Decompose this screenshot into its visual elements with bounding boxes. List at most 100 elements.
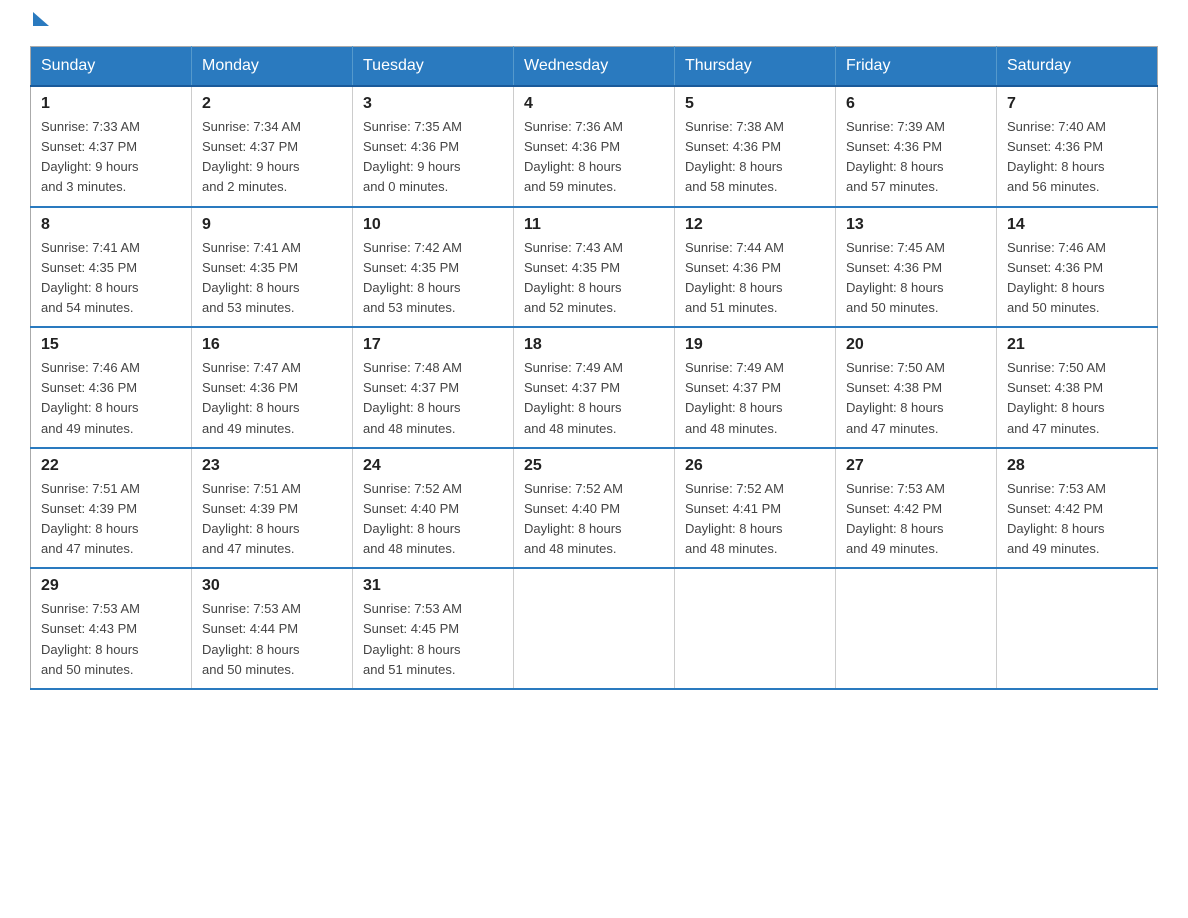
day-number: 22 bbox=[41, 457, 181, 475]
calendar-cell: 26Sunrise: 7:52 AMSunset: 4:41 PMDayligh… bbox=[675, 448, 836, 569]
day-info: Sunrise: 7:52 AMSunset: 4:40 PMDaylight:… bbox=[363, 479, 503, 560]
calendar-cell: 23Sunrise: 7:51 AMSunset: 4:39 PMDayligh… bbox=[192, 448, 353, 569]
calendar-week-row: 1 Sunrise: 7:33 AMSunset: 4:37 PMDaylight… bbox=[31, 86, 1158, 207]
day-number: 29 bbox=[41, 577, 181, 595]
day-info: Sunrise: 7:33 AMSunset: 4:37 PMDaylight:… bbox=[41, 117, 181, 198]
day-number: 12 bbox=[685, 216, 825, 234]
day-info: Sunrise: 7:53 AMSunset: 4:44 PMDaylight:… bbox=[202, 599, 342, 680]
day-info: Sunrise: 7:48 AMSunset: 4:37 PMDaylight:… bbox=[363, 358, 503, 439]
day-info: Sunrise: 7:36 AMSunset: 4:36 PMDaylight:… bbox=[524, 117, 664, 198]
day-info: Sunrise: 7:38 AMSunset: 4:36 PMDaylight:… bbox=[685, 117, 825, 198]
day-number: 8 bbox=[41, 216, 181, 234]
calendar-cell: 19 Sunrise: 7:49 AMSunset: 4:37 PMDayligh… bbox=[675, 327, 836, 448]
calendar-cell: 16 Sunrise: 7:47 AMSunset: 4:36 PMDayligh… bbox=[192, 327, 353, 448]
weekday-header-wednesday: Wednesday bbox=[514, 47, 675, 87]
day-number: 27 bbox=[846, 457, 986, 475]
day-number: 17 bbox=[363, 336, 503, 354]
day-number: 14 bbox=[1007, 216, 1147, 234]
day-info: Sunrise: 7:53 AMSunset: 4:45 PMDaylight:… bbox=[363, 599, 503, 680]
calendar-cell: 8 Sunrise: 7:41 AMSunset: 4:35 PMDaylight… bbox=[31, 207, 192, 328]
page-header bbox=[30, 20, 1158, 26]
weekday-header-sunday: Sunday bbox=[31, 47, 192, 87]
day-number: 26 bbox=[685, 457, 825, 475]
weekday-header-friday: Friday bbox=[836, 47, 997, 87]
day-number: 13 bbox=[846, 216, 986, 234]
calendar-cell: 29 Sunrise: 7:53 AMSunset: 4:43 PMDayligh… bbox=[31, 568, 192, 689]
day-info: Sunrise: 7:52 AMSunset: 4:40 PMDaylight:… bbox=[524, 479, 664, 560]
day-info: Sunrise: 7:34 AMSunset: 4:37 PMDaylight:… bbox=[202, 117, 342, 198]
day-info: Sunrise: 7:49 AMSunset: 4:37 PMDaylight:… bbox=[524, 358, 664, 439]
day-info: Sunrise: 7:50 AMSunset: 4:38 PMDaylight:… bbox=[846, 358, 986, 439]
day-number: 5 bbox=[685, 95, 825, 113]
day-info: Sunrise: 7:50 AMSunset: 4:38 PMDaylight:… bbox=[1007, 358, 1147, 439]
day-info: Sunrise: 7:46 AMSunset: 4:36 PMDaylight:… bbox=[1007, 238, 1147, 319]
day-number: 6 bbox=[846, 95, 986, 113]
day-info: Sunrise: 7:53 AMSunset: 4:42 PMDaylight:… bbox=[846, 479, 986, 560]
weekday-header-tuesday: Tuesday bbox=[353, 47, 514, 87]
day-number: 18 bbox=[524, 336, 664, 354]
day-number: 21 bbox=[1007, 336, 1147, 354]
calendar-cell: 22Sunrise: 7:51 AMSunset: 4:39 PMDayligh… bbox=[31, 448, 192, 569]
day-number: 16 bbox=[202, 336, 342, 354]
calendar-cell bbox=[836, 568, 997, 689]
day-info: Sunrise: 7:42 AMSunset: 4:35 PMDaylight:… bbox=[363, 238, 503, 319]
day-number: 15 bbox=[41, 336, 181, 354]
logo bbox=[30, 20, 49, 26]
calendar-cell: 2 Sunrise: 7:34 AMSunset: 4:37 PMDaylight… bbox=[192, 86, 353, 207]
day-number: 2 bbox=[202, 95, 342, 113]
day-number: 7 bbox=[1007, 95, 1147, 113]
weekday-header-monday: Monday bbox=[192, 47, 353, 87]
calendar-week-row: 29 Sunrise: 7:53 AMSunset: 4:43 PMDayligh… bbox=[31, 568, 1158, 689]
calendar-cell: 25 Sunrise: 7:52 AMSunset: 4:40 PMDayligh… bbox=[514, 448, 675, 569]
calendar-table: SundayMondayTuesdayWednesdayThursdayFrid… bbox=[30, 46, 1158, 690]
calendar-cell: 6 Sunrise: 7:39 AMSunset: 4:36 PMDaylight… bbox=[836, 86, 997, 207]
day-info: Sunrise: 7:49 AMSunset: 4:37 PMDaylight:… bbox=[685, 358, 825, 439]
day-number: 4 bbox=[524, 95, 664, 113]
calendar-cell: 10Sunrise: 7:42 AMSunset: 4:35 PMDayligh… bbox=[353, 207, 514, 328]
day-number: 28 bbox=[1007, 457, 1147, 475]
weekday-header-saturday: Saturday bbox=[997, 47, 1158, 87]
calendar-cell: 5 Sunrise: 7:38 AMSunset: 4:36 PMDaylight… bbox=[675, 86, 836, 207]
calendar-cell bbox=[997, 568, 1158, 689]
calendar-week-row: 15 Sunrise: 7:46 AMSunset: 4:36 PMDayligh… bbox=[31, 327, 1158, 448]
calendar-cell: 11Sunrise: 7:43 AMSunset: 4:35 PMDayligh… bbox=[514, 207, 675, 328]
day-number: 20 bbox=[846, 336, 986, 354]
calendar-cell: 18 Sunrise: 7:49 AMSunset: 4:37 PMDayligh… bbox=[514, 327, 675, 448]
day-info: Sunrise: 7:53 AMSunset: 4:43 PMDaylight:… bbox=[41, 599, 181, 680]
day-info: Sunrise: 7:35 AMSunset: 4:36 PMDaylight:… bbox=[363, 117, 503, 198]
day-number: 30 bbox=[202, 577, 342, 595]
day-number: 24 bbox=[363, 457, 503, 475]
day-info: Sunrise: 7:44 AMSunset: 4:36 PMDaylight:… bbox=[685, 238, 825, 319]
calendar-cell: 31 Sunrise: 7:53 AMSunset: 4:45 PMDayligh… bbox=[353, 568, 514, 689]
day-info: Sunrise: 7:47 AMSunset: 4:36 PMDaylight:… bbox=[202, 358, 342, 439]
day-number: 11 bbox=[524, 216, 664, 234]
day-info: Sunrise: 7:45 AMSunset: 4:36 PMDaylight:… bbox=[846, 238, 986, 319]
day-number: 19 bbox=[685, 336, 825, 354]
calendar-cell: 20 Sunrise: 7:50 AMSunset: 4:38 PMDayligh… bbox=[836, 327, 997, 448]
calendar-cell: 28 Sunrise: 7:53 AMSunset: 4:42 PMDayligh… bbox=[997, 448, 1158, 569]
day-info: Sunrise: 7:53 AMSunset: 4:42 PMDaylight:… bbox=[1007, 479, 1147, 560]
day-info: Sunrise: 7:41 AMSunset: 4:35 PMDaylight:… bbox=[41, 238, 181, 319]
day-number: 1 bbox=[41, 95, 181, 113]
day-number: 9 bbox=[202, 216, 342, 234]
calendar-cell: 3 Sunrise: 7:35 AMSunset: 4:36 PMDaylight… bbox=[353, 86, 514, 207]
calendar-cell: 24 Sunrise: 7:52 AMSunset: 4:40 PMDayligh… bbox=[353, 448, 514, 569]
logo-triangle-icon bbox=[33, 12, 49, 26]
day-number: 3 bbox=[363, 95, 503, 113]
day-info: Sunrise: 7:46 AMSunset: 4:36 PMDaylight:… bbox=[41, 358, 181, 439]
day-info: Sunrise: 7:41 AMSunset: 4:35 PMDaylight:… bbox=[202, 238, 342, 319]
day-number: 25 bbox=[524, 457, 664, 475]
calendar-cell: 1 Sunrise: 7:33 AMSunset: 4:37 PMDaylight… bbox=[31, 86, 192, 207]
calendar-cell: 21 Sunrise: 7:50 AMSunset: 4:38 PMDayligh… bbox=[997, 327, 1158, 448]
calendar-week-row: 8 Sunrise: 7:41 AMSunset: 4:35 PMDaylight… bbox=[31, 207, 1158, 328]
calendar-header-row: SundayMondayTuesdayWednesdayThursdayFrid… bbox=[31, 47, 1158, 87]
weekday-header-thursday: Thursday bbox=[675, 47, 836, 87]
day-info: Sunrise: 7:39 AMSunset: 4:36 PMDaylight:… bbox=[846, 117, 986, 198]
day-info: Sunrise: 7:51 AMSunset: 4:39 PMDaylight:… bbox=[202, 479, 342, 560]
day-number: 31 bbox=[363, 577, 503, 595]
calendar-cell: 15 Sunrise: 7:46 AMSunset: 4:36 PMDayligh… bbox=[31, 327, 192, 448]
calendar-cell: 4 Sunrise: 7:36 AMSunset: 4:36 PMDaylight… bbox=[514, 86, 675, 207]
calendar-cell: 12 Sunrise: 7:44 AMSunset: 4:36 PMDayligh… bbox=[675, 207, 836, 328]
calendar-cell: 27 Sunrise: 7:53 AMSunset: 4:42 PMDayligh… bbox=[836, 448, 997, 569]
calendar-cell: 14 Sunrise: 7:46 AMSunset: 4:36 PMDayligh… bbox=[997, 207, 1158, 328]
